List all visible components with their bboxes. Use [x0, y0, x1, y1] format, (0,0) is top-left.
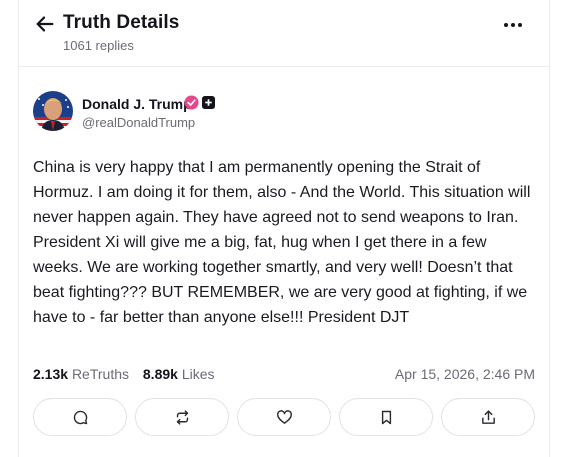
bookmark-icon	[381, 410, 391, 424]
heart-icon	[276, 409, 292, 424]
likes-count: 8.89k	[142, 366, 178, 382]
retruth-button[interactable]	[135, 398, 229, 436]
header-divider	[18, 66, 550, 67]
reply-icon	[73, 410, 87, 424]
page-header: Truth Details 1061 replies	[0, 0, 565, 62]
share-icon	[481, 409, 495, 424]
arrow-left-icon[interactable]	[34, 13, 56, 35]
like-button[interactable]	[237, 398, 331, 436]
verified-badge-icon	[184, 95, 199, 110]
reply-count: 1061 replies	[63, 38, 134, 53]
retruths-label: ReTruths	[71, 366, 129, 382]
likes-label: Likes	[181, 366, 215, 382]
likes-stat[interactable]: 8.89k Likes	[143, 366, 215, 382]
post-timestamp: Apr 15, 2026, 2:46 PM	[394, 366, 535, 382]
post-body: China is very happy that I am permanentl…	[33, 159, 531, 326]
post-stats: 2.13k ReTruths 8.89k Likes	[33, 366, 225, 382]
retruths-count: 2.13k	[33, 366, 69, 382]
more-horizontal-icon[interactable]	[500, 16, 526, 34]
avatar[interactable]	[33, 91, 73, 131]
author-name[interactable]: Donald J. Trump	[82, 96, 192, 112]
plus-badge-icon	[202, 96, 215, 109]
reply-button[interactable]	[33, 398, 127, 436]
retruth-icon	[176, 409, 188, 425]
page-title: Truth Details	[63, 12, 180, 33]
bookmark-button[interactable]	[339, 398, 433, 436]
retruths-stat[interactable]: 2.13k ReTruths	[33, 366, 129, 382]
action-bar	[33, 398, 537, 436]
author-handle[interactable]: @realDonaldTrump	[82, 115, 195, 130]
share-button[interactable]	[441, 398, 535, 436]
